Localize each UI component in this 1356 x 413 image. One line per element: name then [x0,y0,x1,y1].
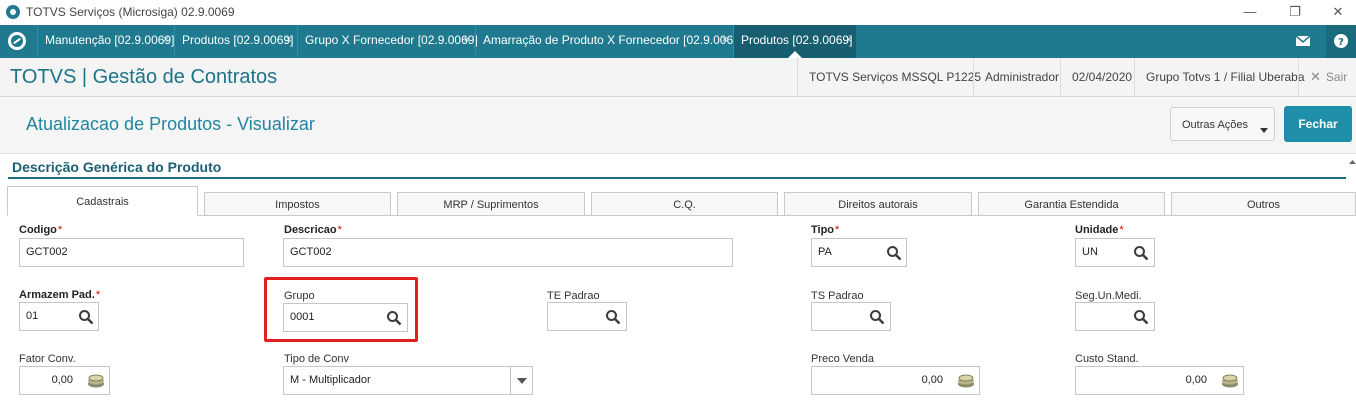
seg-un-label: Seg.Un.Medi. [1075,290,1142,302]
highlight-annotation [264,277,418,342]
tab-bar: Manutenção [02.9.0069] × Produtos [02.9.… [0,25,1356,58]
tab-close-icon[interactable]: × [464,25,470,56]
armazem-field[interactable]: 01 [19,302,99,331]
codigo-label: Codigo* [19,224,63,236]
window-titlebar: TOTVS Serviços (Microsiga) 02.9.0069 — ❐… [0,0,1356,25]
tipo-label: Tipo* [811,224,840,236]
tab-garantia-estendida[interactable]: Garantia Estendida [978,192,1165,216]
server-info: TOTVS Serviços MSSQL P1225 [797,58,981,96]
tab-produtos[interactable]: Produtos [02.9.0069] × [174,25,296,58]
search-icon[interactable] [869,309,885,325]
search-icon[interactable] [1133,309,1149,325]
money-icon[interactable] [1220,373,1240,389]
tab-close-icon[interactable]: × [846,25,852,56]
tab-close-icon[interactable]: × [163,25,169,56]
tab-cq[interactable]: C.Q. [591,192,778,216]
chevron-down-icon[interactable] [510,367,532,394]
totvs-logo-icon[interactable] [8,32,26,50]
other-actions-button[interactable]: Outras Ações [1170,107,1275,141]
page-header: Atualizacao de Produtos - Visualizar Out… [0,97,1356,154]
tab-cadastrais[interactable]: Cadastrais [7,186,198,216]
fator-conv-label: Fator Conv. [19,353,76,365]
tab-produtos-active[interactable]: Produtos [02.9.0069] × [733,25,856,58]
tab-outros[interactable]: Outros [1171,192,1356,216]
exit-label: Sair [1325,70,1348,84]
tab-label: Produtos [02.9.0069] [182,33,294,47]
preco-venda-field[interactable]: 0,00 [811,366,980,395]
search-icon[interactable] [886,245,902,261]
tipo-field[interactable]: PA [811,238,907,267]
money-icon[interactable] [956,373,976,389]
tab-label: Grupo X Fornecedor [02.9.0069] [305,33,478,47]
tab-grupo-fornecedor[interactable]: Grupo X Fornecedor [02.9.0069] × [297,25,478,58]
fator-conv-field[interactable]: 0,00 [19,366,110,395]
ts-padrao-field[interactable] [811,302,891,331]
preco-venda-value: 0,00 [921,374,943,386]
date-info: 02/04/2020 [1060,58,1132,96]
tab-amarracao[interactable]: Amarração de Produto X Fornecedor [02.9.… [475,25,743,58]
exit-button[interactable]: ✕ Sair [1298,58,1356,96]
ts-padrao-label: TS Padrao [811,290,864,302]
app-logo-icon [6,5,20,19]
tab-close-icon[interactable]: × [286,25,292,56]
search-icon[interactable] [78,309,94,325]
minimize-button[interactable]: — [1230,2,1270,22]
custo-stand-value: 0,00 [1185,374,1207,386]
user-info: Administrador [973,58,1059,96]
section-divider [8,177,1346,179]
descricao-field[interactable]: GCT002 [283,238,733,267]
descricao-label: Descricao* [284,224,342,236]
tipo-conv-select[interactable]: M - Multiplicador [283,366,533,395]
other-actions-label: Outras Ações [1182,119,1249,131]
tab-label: Manutenção [02.9.0069] [45,33,175,47]
custo-stand-field[interactable]: 0,00 [1075,366,1244,395]
tab-label: Amarração de Produto X Fornecedor [02.9.… [483,33,744,47]
chevron-down-icon [1260,128,1268,133]
close-button[interactable]: Fechar [1284,106,1352,142]
window-title: TOTVS Serviços (Microsiga) 02.9.0069 [26,5,235,19]
scroll-up-icon[interactable] [1349,154,1356,164]
te-padrao-label: TE Padrao [547,290,600,302]
tab-impostos[interactable]: Impostos [204,192,391,216]
tab-direitos-autorais[interactable]: Direitos autorais [784,192,972,216]
tipo-conv-label: Tipo de Conv [284,353,350,365]
tab-label: Produtos [02.9.0069] [741,33,853,47]
svg-text:?: ? [1338,37,1344,48]
tab-close-icon[interactable]: × [722,25,728,56]
search-icon[interactable] [1133,245,1149,261]
money-icon[interactable] [86,373,106,389]
armazem-value: 01 [26,310,39,322]
restore-button[interactable]: ❐ [1275,2,1315,22]
tipo-conv-value: M - Multiplicador [290,374,371,386]
tipo-value: PA [818,246,832,258]
help-icon[interactable]: ? [1326,25,1356,58]
unidade-value: UN [1082,246,1098,258]
tab-mrp-suprimentos[interactable]: MRP / Suprimentos [397,192,585,216]
custo-stand-label: Custo Stand. [1075,353,1139,365]
app-header: TOTVS | Gestão de Contratos TOTVS Serviç… [0,58,1356,97]
tab-manutencao[interactable]: Manutenção [02.9.0069] × [37,25,175,58]
close-window-button[interactable]: ✕ [1318,2,1356,22]
mail-icon[interactable] [1286,25,1320,58]
armazem-label: Armazem Pad.* [19,289,101,301]
search-icon[interactable] [605,309,621,325]
app-title: TOTVS | Gestão de Contratos [10,66,278,88]
te-padrao-field[interactable] [547,302,627,331]
branch-info: Grupo Totvs 1 / Filial Uberaba [1134,58,1305,96]
fator-conv-value: 0,00 [51,374,73,386]
section-title: Descrição Genérica do Produto [12,159,222,175]
codigo-field[interactable]: GCT002 [19,238,244,267]
unidade-label: Unidade* [1075,224,1124,236]
unidade-field[interactable]: UN [1075,238,1155,267]
page-title: Atualizacao de Produtos - Visualizar [26,114,315,134]
seg-un-field[interactable] [1075,302,1155,331]
close-icon: ✕ [1310,69,1321,84]
preco-venda-label: Preco Venda [811,353,874,365]
